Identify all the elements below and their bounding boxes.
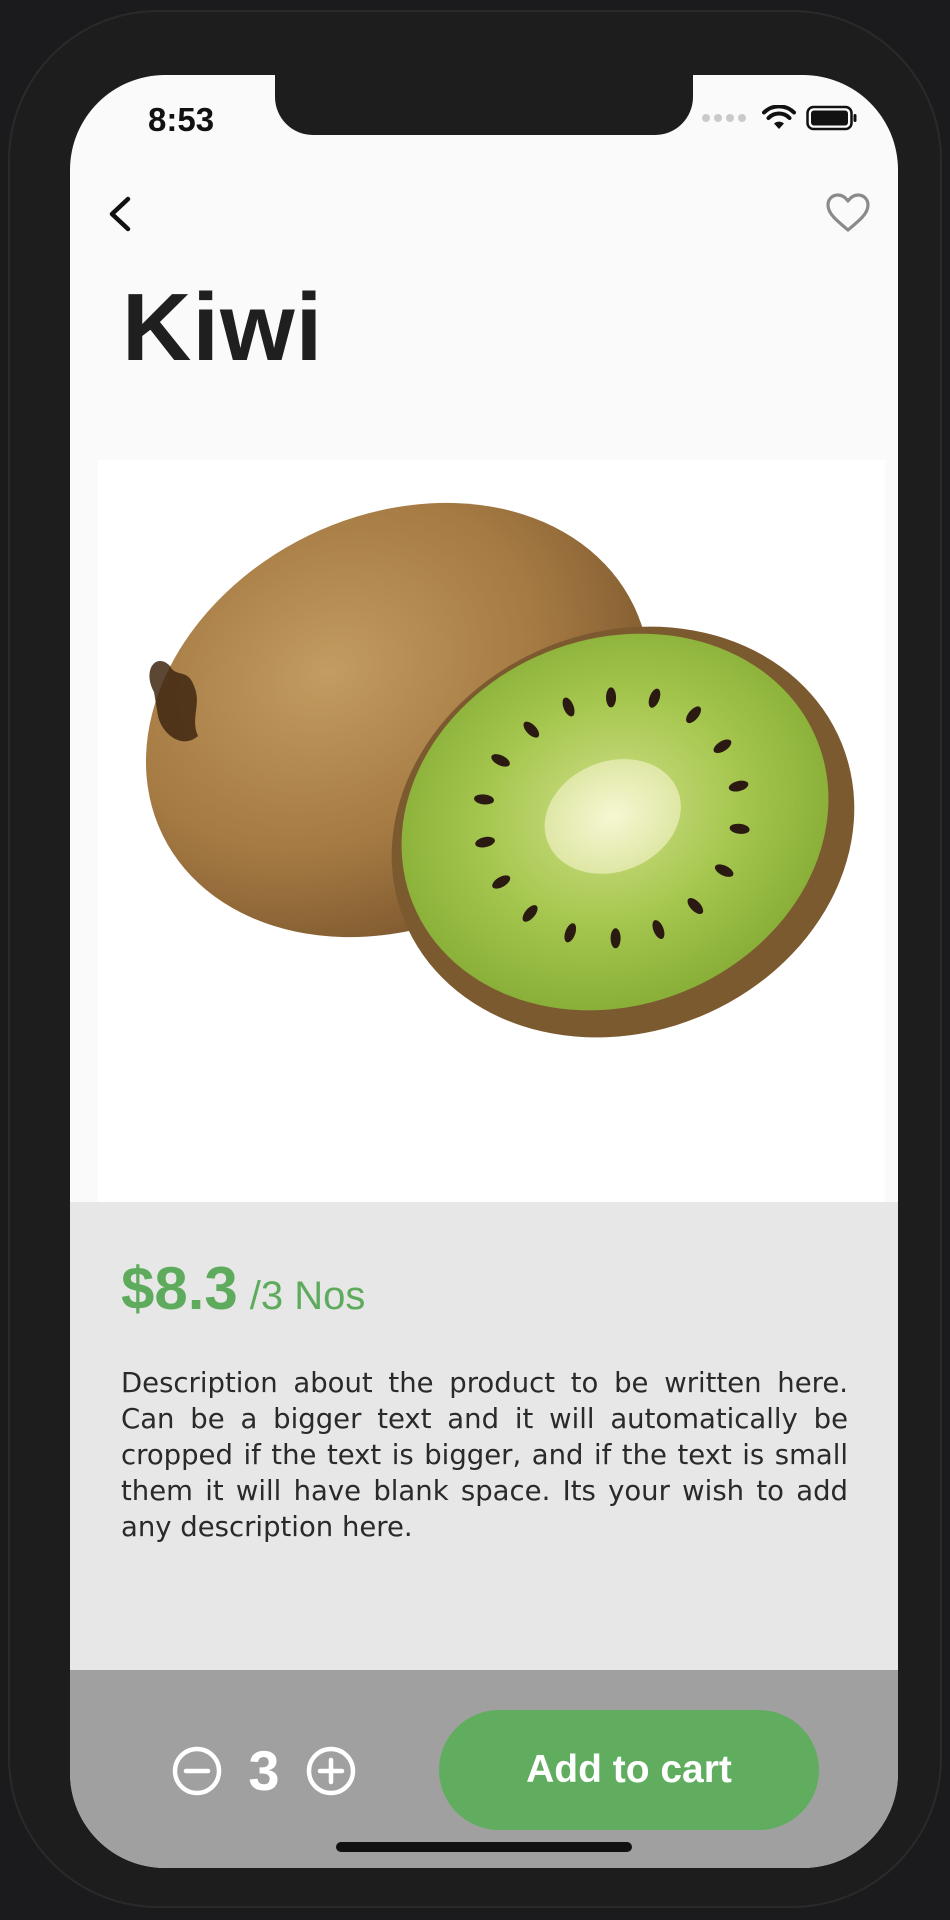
status-time: 8:53 (148, 101, 215, 138)
quantity-value: 3 (248, 1739, 280, 1802)
chevron-left-icon (109, 196, 131, 232)
wifi-icon (762, 105, 796, 129)
increment-button[interactable] (304, 1744, 358, 1798)
plus-circle-icon (306, 1746, 356, 1795)
product-image (98, 460, 885, 1202)
favorite-button[interactable] (820, 185, 876, 241)
phone-frame: 8:53 Kiwi $8.3 /3 Nos Description about … (8, 10, 942, 1908)
price-row: $8.3 /3 Nos (121, 1254, 365, 1323)
device-notch (275, 75, 693, 135)
heart-outline-icon (826, 193, 870, 232)
minus-circle-icon (172, 1746, 222, 1795)
app-screen: 8:53 Kiwi $8.3 /3 Nos Description about … (70, 75, 898, 1868)
back-button[interactable] (96, 185, 152, 241)
status-icons (702, 105, 858, 131)
product-unit: /3 Nos (249, 1274, 366, 1318)
cart-bar: 3 Add to cart (70, 1670, 898, 1868)
product-price: $8.3 (121, 1255, 238, 1322)
kiwi-illustration (145, 502, 855, 1038)
add-to-cart-button[interactable]: Add to cart (439, 1710, 819, 1830)
product-description: Description about the product to be writ… (121, 1367, 848, 1543)
signal-icon (702, 114, 746, 122)
product-title: Kiwi (122, 274, 324, 381)
quantity-stepper: 3 (170, 1738, 358, 1803)
product-info-panel: $8.3 /3 Nos Description about the produc… (70, 1202, 898, 1670)
battery-icon (806, 105, 857, 131)
decrement-button[interactable] (170, 1744, 224, 1798)
home-indicator (336, 1842, 632, 1852)
